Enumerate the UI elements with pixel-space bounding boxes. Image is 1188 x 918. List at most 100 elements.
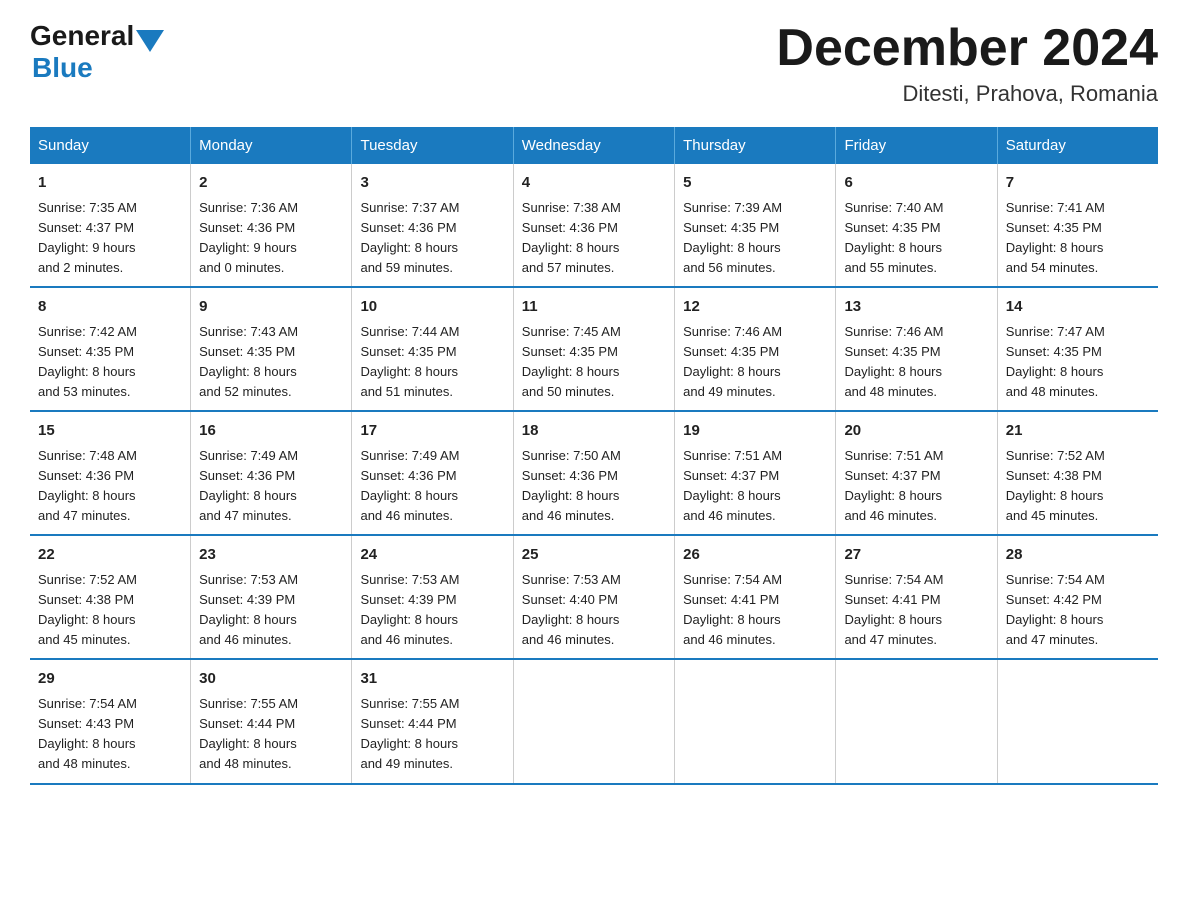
weekday-header-wednesday: Wednesday [513, 127, 674, 164]
calendar-table: SundayMondayTuesdayWednesdayThursdayFrid… [30, 127, 1158, 784]
day-number: 2 [199, 172, 343, 195]
day-number: 11 [522, 296, 666, 319]
day-info: Sunrise: 7:36 AMSunset: 4:36 PMDaylight:… [199, 198, 343, 279]
day-info: Sunrise: 7:54 AMSunset: 4:42 PMDaylight:… [1006, 570, 1150, 651]
title-block: December 2024 Ditesti, Prahova, Romania [776, 20, 1158, 107]
logo: General Blue [30, 20, 164, 84]
day-number: 14 [1006, 296, 1150, 319]
day-info: Sunrise: 7:54 AMSunset: 4:41 PMDaylight:… [844, 570, 988, 651]
logo-triangle-icon [136, 30, 164, 52]
weekday-header-monday: Monday [191, 127, 352, 164]
day-info: Sunrise: 7:55 AMSunset: 4:44 PMDaylight:… [199, 694, 343, 775]
day-info: Sunrise: 7:51 AMSunset: 4:37 PMDaylight:… [683, 446, 827, 527]
calendar-cell: 23Sunrise: 7:53 AMSunset: 4:39 PMDayligh… [191, 535, 352, 659]
day-info: Sunrise: 7:53 AMSunset: 4:40 PMDaylight:… [522, 570, 666, 651]
calendar-cell: 6 Sunrise: 7:40 AMSunset: 4:35 PMDaylight… [836, 164, 997, 287]
calendar-cell: 30Sunrise: 7:55 AMSunset: 4:44 PMDayligh… [191, 659, 352, 783]
calendar-cell: 15 Sunrise: 7:48 AMSunset: 4:36 PMDayligh… [30, 411, 191, 535]
day-info: Sunrise: 7:52 AMSunset: 4:38 PMDaylight:… [38, 570, 182, 651]
week-row-4: 22 Sunrise: 7:52 AMSunset: 4:38 PMDayligh… [30, 535, 1158, 659]
calendar-cell [997, 659, 1158, 783]
day-info: Sunrise: 7:46 AMSunset: 4:35 PMDaylight:… [844, 322, 988, 403]
week-row-1: 1Sunrise: 7:35 AMSunset: 4:37 PMDaylight… [30, 164, 1158, 287]
day-info: Sunrise: 7:40 AMSunset: 4:35 PMDaylight:… [844, 198, 988, 279]
day-info: Sunrise: 7:50 AMSunset: 4:36 PMDaylight:… [522, 446, 666, 527]
calendar-cell: 9Sunrise: 7:43 AMSunset: 4:35 PMDaylight… [191, 287, 352, 411]
calendar-cell: 28 Sunrise: 7:54 AMSunset: 4:42 PMDayligh… [997, 535, 1158, 659]
calendar-cell: 27 Sunrise: 7:54 AMSunset: 4:41 PMDayligh… [836, 535, 997, 659]
logo-blue-text: Blue [32, 52, 164, 84]
day-info: Sunrise: 7:49 AMSunset: 4:36 PMDaylight:… [199, 446, 343, 527]
day-number: 5 [683, 172, 827, 195]
day-number: 4 [522, 172, 666, 195]
page-header: General Blue December 2024 Ditesti, Prah… [30, 20, 1158, 107]
day-number: 8 [38, 296, 182, 319]
weekday-header-tuesday: Tuesday [352, 127, 513, 164]
calendar-cell: 20Sunrise: 7:51 AMSunset: 4:37 PMDayligh… [836, 411, 997, 535]
calendar-subtitle: Ditesti, Prahova, Romania [776, 81, 1158, 107]
day-info: Sunrise: 7:39 AMSunset: 4:35 PMDaylight:… [683, 198, 827, 279]
calendar-cell: 29 Sunrise: 7:54 AMSunset: 4:43 PMDayligh… [30, 659, 191, 783]
day-number: 10 [360, 296, 504, 319]
day-number: 17 [360, 420, 504, 443]
calendar-cell: 12Sunrise: 7:46 AMSunset: 4:35 PMDayligh… [675, 287, 836, 411]
day-info: Sunrise: 7:55 AMSunset: 4:44 PMDaylight:… [360, 694, 504, 775]
calendar-cell: 4 Sunrise: 7:38 AMSunset: 4:36 PMDaylight… [513, 164, 674, 287]
day-number: 6 [844, 172, 988, 195]
day-info: Sunrise: 7:44 AMSunset: 4:35 PMDaylight:… [360, 322, 504, 403]
day-info: Sunrise: 7:37 AMSunset: 4:36 PMDaylight:… [360, 198, 504, 279]
calendar-cell [836, 659, 997, 783]
day-number: 27 [844, 544, 988, 567]
day-info: Sunrise: 7:35 AMSunset: 4:37 PMDaylight:… [38, 198, 182, 279]
day-number: 22 [38, 544, 182, 567]
calendar-cell: 24Sunrise: 7:53 AMSunset: 4:39 PMDayligh… [352, 535, 513, 659]
day-info: Sunrise: 7:45 AMSunset: 4:35 PMDaylight:… [522, 322, 666, 403]
weekday-header-friday: Friday [836, 127, 997, 164]
day-number: 13 [844, 296, 988, 319]
weekday-header-thursday: Thursday [675, 127, 836, 164]
calendar-cell: 1Sunrise: 7:35 AMSunset: 4:37 PMDaylight… [30, 164, 191, 287]
day-info: Sunrise: 7:38 AMSunset: 4:36 PMDaylight:… [522, 198, 666, 279]
day-info: Sunrise: 7:48 AMSunset: 4:36 PMDaylight:… [38, 446, 182, 527]
day-number: 7 [1006, 172, 1150, 195]
day-number: 31 [360, 668, 504, 691]
calendar-cell [513, 659, 674, 783]
calendar-cell: 25 Sunrise: 7:53 AMSunset: 4:40 PMDayligh… [513, 535, 674, 659]
day-number: 20 [844, 420, 988, 443]
week-row-2: 8 Sunrise: 7:42 AMSunset: 4:35 PMDaylight… [30, 287, 1158, 411]
day-number: 21 [1006, 420, 1150, 443]
calendar-cell: 21 Sunrise: 7:52 AMSunset: 4:38 PMDayligh… [997, 411, 1158, 535]
day-number: 29 [38, 668, 182, 691]
day-number: 16 [199, 420, 343, 443]
calendar-title: December 2024 [776, 20, 1158, 77]
day-number: 28 [1006, 544, 1150, 567]
calendar-cell: 22 Sunrise: 7:52 AMSunset: 4:38 PMDayligh… [30, 535, 191, 659]
calendar-cell: 14 Sunrise: 7:47 AMSunset: 4:35 PMDayligh… [997, 287, 1158, 411]
calendar-cell: 18 Sunrise: 7:50 AMSunset: 4:36 PMDayligh… [513, 411, 674, 535]
day-number: 24 [360, 544, 504, 567]
day-info: Sunrise: 7:41 AMSunset: 4:35 PMDaylight:… [1006, 198, 1150, 279]
calendar-cell: 19Sunrise: 7:51 AMSunset: 4:37 PMDayligh… [675, 411, 836, 535]
calendar-cell: 8 Sunrise: 7:42 AMSunset: 4:35 PMDaylight… [30, 287, 191, 411]
day-info: Sunrise: 7:54 AMSunset: 4:43 PMDaylight:… [38, 694, 182, 775]
day-number: 25 [522, 544, 666, 567]
week-row-3: 15 Sunrise: 7:48 AMSunset: 4:36 PMDayligh… [30, 411, 1158, 535]
calendar-cell: 5 Sunrise: 7:39 AMSunset: 4:35 PMDaylight… [675, 164, 836, 287]
day-info: Sunrise: 7:43 AMSunset: 4:35 PMDaylight:… [199, 322, 343, 403]
day-info: Sunrise: 7:47 AMSunset: 4:35 PMDaylight:… [1006, 322, 1150, 403]
calendar-cell: 13 Sunrise: 7:46 AMSunset: 4:35 PMDayligh… [836, 287, 997, 411]
calendar-cell: 10 Sunrise: 7:44 AMSunset: 4:35 PMDayligh… [352, 287, 513, 411]
weekday-header-saturday: Saturday [997, 127, 1158, 164]
weekday-header-sunday: Sunday [30, 127, 191, 164]
calendar-cell: 7 Sunrise: 7:41 AMSunset: 4:35 PMDaylight… [997, 164, 1158, 287]
day-number: 18 [522, 420, 666, 443]
weekday-header-row: SundayMondayTuesdayWednesdayThursdayFrid… [30, 127, 1158, 164]
calendar-cell [675, 659, 836, 783]
calendar-cell: 11 Sunrise: 7:45 AMSunset: 4:35 PMDayligh… [513, 287, 674, 411]
day-number: 15 [38, 420, 182, 443]
week-row-5: 29 Sunrise: 7:54 AMSunset: 4:43 PMDayligh… [30, 659, 1158, 783]
day-number: 12 [683, 296, 827, 319]
day-info: Sunrise: 7:42 AMSunset: 4:35 PMDaylight:… [38, 322, 182, 403]
day-info: Sunrise: 7:52 AMSunset: 4:38 PMDaylight:… [1006, 446, 1150, 527]
calendar-cell: 16 Sunrise: 7:49 AMSunset: 4:36 PMDayligh… [191, 411, 352, 535]
